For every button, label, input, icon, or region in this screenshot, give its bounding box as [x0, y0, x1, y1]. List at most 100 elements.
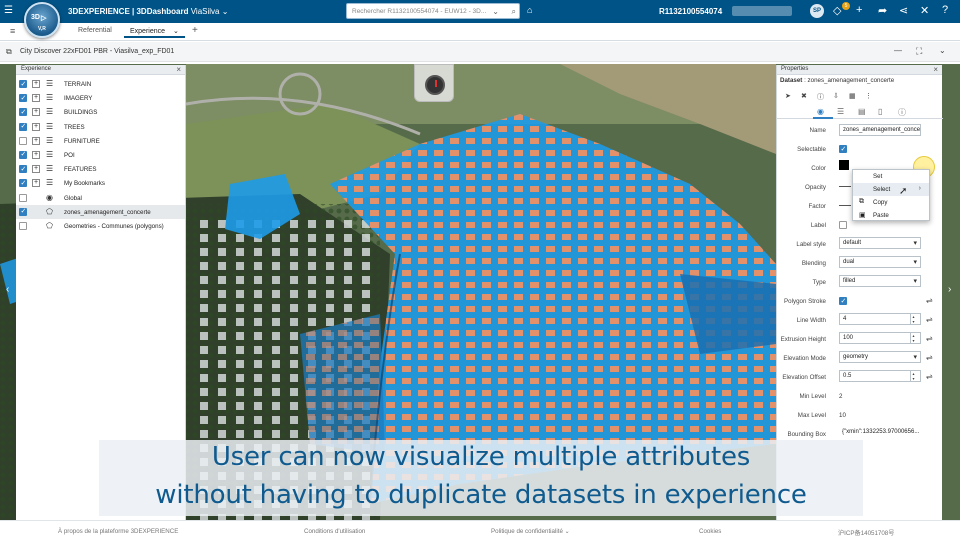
- remove-icon[interactable]: ✖: [801, 92, 807, 100]
- tab-info-icon[interactable]: ⓘ: [898, 107, 906, 118]
- link-icon[interactable]: ⇌: [926, 372, 933, 381]
- layer-checkbox[interactable]: [19, 94, 27, 103]
- export-icon[interactable]: ⇩: [833, 92, 839, 100]
- elevation-offset-input[interactable]: 0.5: [839, 370, 921, 382]
- tree-row[interactable]: + ☰ IMAGERY: [16, 91, 185, 105]
- maximize-icon[interactable]: ⛶: [916, 46, 922, 57]
- footer-terms-link[interactable]: Conditions d'utilisation: [304, 528, 365, 535]
- tab-caret-icon[interactable]: ⌄: [173, 28, 179, 35]
- menu-item-copy[interactable]: ⧉ Copy: [853, 196, 929, 209]
- table-icon[interactable]: ▦: [849, 92, 856, 100]
- menu-item-set[interactable]: Set: [853, 170, 929, 183]
- type-select[interactable]: filled: [839, 275, 921, 287]
- link-icon[interactable]: ⇌: [926, 353, 933, 362]
- expand-icon[interactable]: +: [32, 150, 40, 159]
- expand-icon[interactable]: +: [32, 165, 40, 174]
- search-icon[interactable]: ⌕: [512, 7, 516, 17]
- tab-doc-icon[interactable]: ▯: [878, 107, 882, 116]
- locate-icon[interactable]: ➤: [785, 92, 791, 100]
- expand-icon[interactable]: +: [32, 94, 40, 103]
- layer-checkbox[interactable]: [19, 108, 27, 117]
- sidebar-toggle-icon[interactable]: ≡: [4, 25, 21, 37]
- expand-icon[interactable]: +: [32, 80, 40, 88]
- expand-icon[interactable]: +: [32, 108, 40, 117]
- map-compass[interactable]: [414, 64, 454, 102]
- name-field[interactable]: zones_amenagement_conce: [839, 124, 921, 136]
- layer-checkbox[interactable]: [19, 150, 27, 159]
- compass-button[interactable]: 3D ▷ V,R: [24, 2, 60, 38]
- tab-style-icon[interactable]: ◉: [817, 107, 824, 116]
- label-checkbox[interactable]: [839, 221, 847, 229]
- tree-row[interactable]: ◉ Global: [16, 191, 185, 205]
- tree-row[interactable]: + ☰ TREES: [16, 120, 185, 134]
- layer-checkbox[interactable]: [19, 122, 27, 131]
- tree-row[interactable]: + ☰ POI: [16, 148, 185, 162]
- link-icon[interactable]: ⇌: [926, 315, 933, 324]
- factor-slider[interactable]: [839, 205, 851, 206]
- link-icon[interactable]: ⇌: [926, 334, 933, 343]
- expand-icon[interactable]: +: [32, 136, 40, 145]
- plus-icon[interactable]: +: [856, 4, 862, 16]
- opacity-slider[interactable]: [839, 186, 851, 187]
- layer-checkbox[interactable]: [19, 221, 27, 230]
- share-flow-icon[interactable]: ◇: [833, 4, 841, 17]
- tree-row[interactable]: + ☰ FURNITURE: [16, 134, 185, 148]
- tree-row[interactable]: + ☰ TERRAIN: [16, 77, 185, 91]
- avatar[interactable]: SP: [810, 4, 824, 18]
- tree-row[interactable]: + ☰ BUILDINGS: [16, 105, 185, 119]
- elevation-mode-select[interactable]: geometry: [839, 351, 921, 363]
- dropdown-icon[interactable]: ⌄: [492, 7, 499, 16]
- tree-row[interactable]: + ☰ FEATURES: [16, 162, 185, 176]
- tree-row[interactable]: ⬠ Geometries - Communes (polygons): [16, 219, 185, 233]
- tab-table-icon[interactable]: ▤: [858, 107, 866, 116]
- compass-dial[interactable]: [425, 75, 445, 95]
- tree-row[interactable]: + ☰ My Bookmarks: [16, 176, 185, 190]
- polygon-stroke-checkbox[interactable]: [839, 297, 847, 305]
- minimize-icon[interactable]: —: [894, 46, 902, 55]
- link-icon[interactable]: ⇌: [926, 296, 933, 305]
- pan-right-icon[interactable]: ›: [948, 284, 951, 295]
- menu-item-paste[interactable]: ▣ Paste: [853, 209, 929, 222]
- close-icon[interactable]: ×: [933, 65, 938, 74]
- forward-icon[interactable]: ➦: [878, 4, 887, 17]
- tenant-selector[interactable]: ViaSilva ⌄: [191, 7, 229, 16]
- footer-about-link[interactable]: À propos de la plateforme 3DEXPERIENCE: [58, 528, 178, 535]
- menu-item-select[interactable]: Select ›: [853, 183, 929, 196]
- selectable-checkbox[interactable]: [839, 145, 847, 153]
- color-swatch[interactable]: [839, 160, 849, 170]
- expand-icon[interactable]: +: [32, 179, 40, 188]
- footer-cookies-link[interactable]: Cookies: [699, 528, 721, 535]
- more-icon[interactable]: ⋮: [865, 92, 872, 100]
- footer-icp-link[interactable]: 沪ICP备14051708号: [838, 528, 894, 537]
- help-icon[interactable]: ?: [942, 4, 948, 16]
- tab-referential[interactable]: Referential: [72, 26, 118, 35]
- search-input[interactable]: Rechercher R1132100554074 - EUW12 - 3D..…: [346, 3, 520, 19]
- expand-icon[interactable]: +: [32, 122, 40, 131]
- play-icon: ▷: [41, 15, 47, 22]
- close-icon[interactable]: ×: [176, 65, 181, 74]
- line-width-input[interactable]: 4: [839, 313, 921, 325]
- pan-left-icon[interactable]: ‹: [6, 284, 9, 295]
- tab-list-icon[interactable]: ☰: [837, 107, 844, 116]
- tree-row[interactable]: ⬠ zones_amenagement_concerte: [16, 204, 185, 219]
- layer-checkbox[interactable]: [19, 193, 27, 202]
- label-style-select[interactable]: default: [839, 237, 921, 249]
- tab-experience[interactable]: Experience ⌄: [124, 26, 185, 38]
- layer-checkbox[interactable]: [19, 165, 27, 174]
- color-label: Color: [811, 165, 826, 172]
- layer-checkbox[interactable]: [19, 136, 27, 145]
- layer-checkbox[interactable]: [19, 80, 27, 88]
- footer-privacy-link[interactable]: Politique de confidentialité ⌄: [491, 528, 570, 535]
- layer-checkbox[interactable]: [19, 179, 27, 188]
- share-icon[interactable]: ⋖: [899, 4, 908, 17]
- bounding-box-value[interactable]: {"xmin":1332253.97000656...: [839, 427, 923, 439]
- extrusion-height-input[interactable]: 100: [839, 332, 921, 344]
- menu-icon[interactable]: ☰: [4, 5, 13, 16]
- chevron-down-icon[interactable]: ⌄: [939, 46, 946, 55]
- add-tab-icon[interactable]: +: [186, 24, 204, 37]
- tools-icon[interactable]: ✕: [920, 4, 929, 17]
- layer-checkbox[interactable]: [19, 207, 27, 216]
- tag-icon[interactable]: ⌂: [527, 5, 532, 15]
- blending-select[interactable]: dual: [839, 256, 921, 268]
- info-icon[interactable]: ⓘ: [817, 92, 824, 102]
